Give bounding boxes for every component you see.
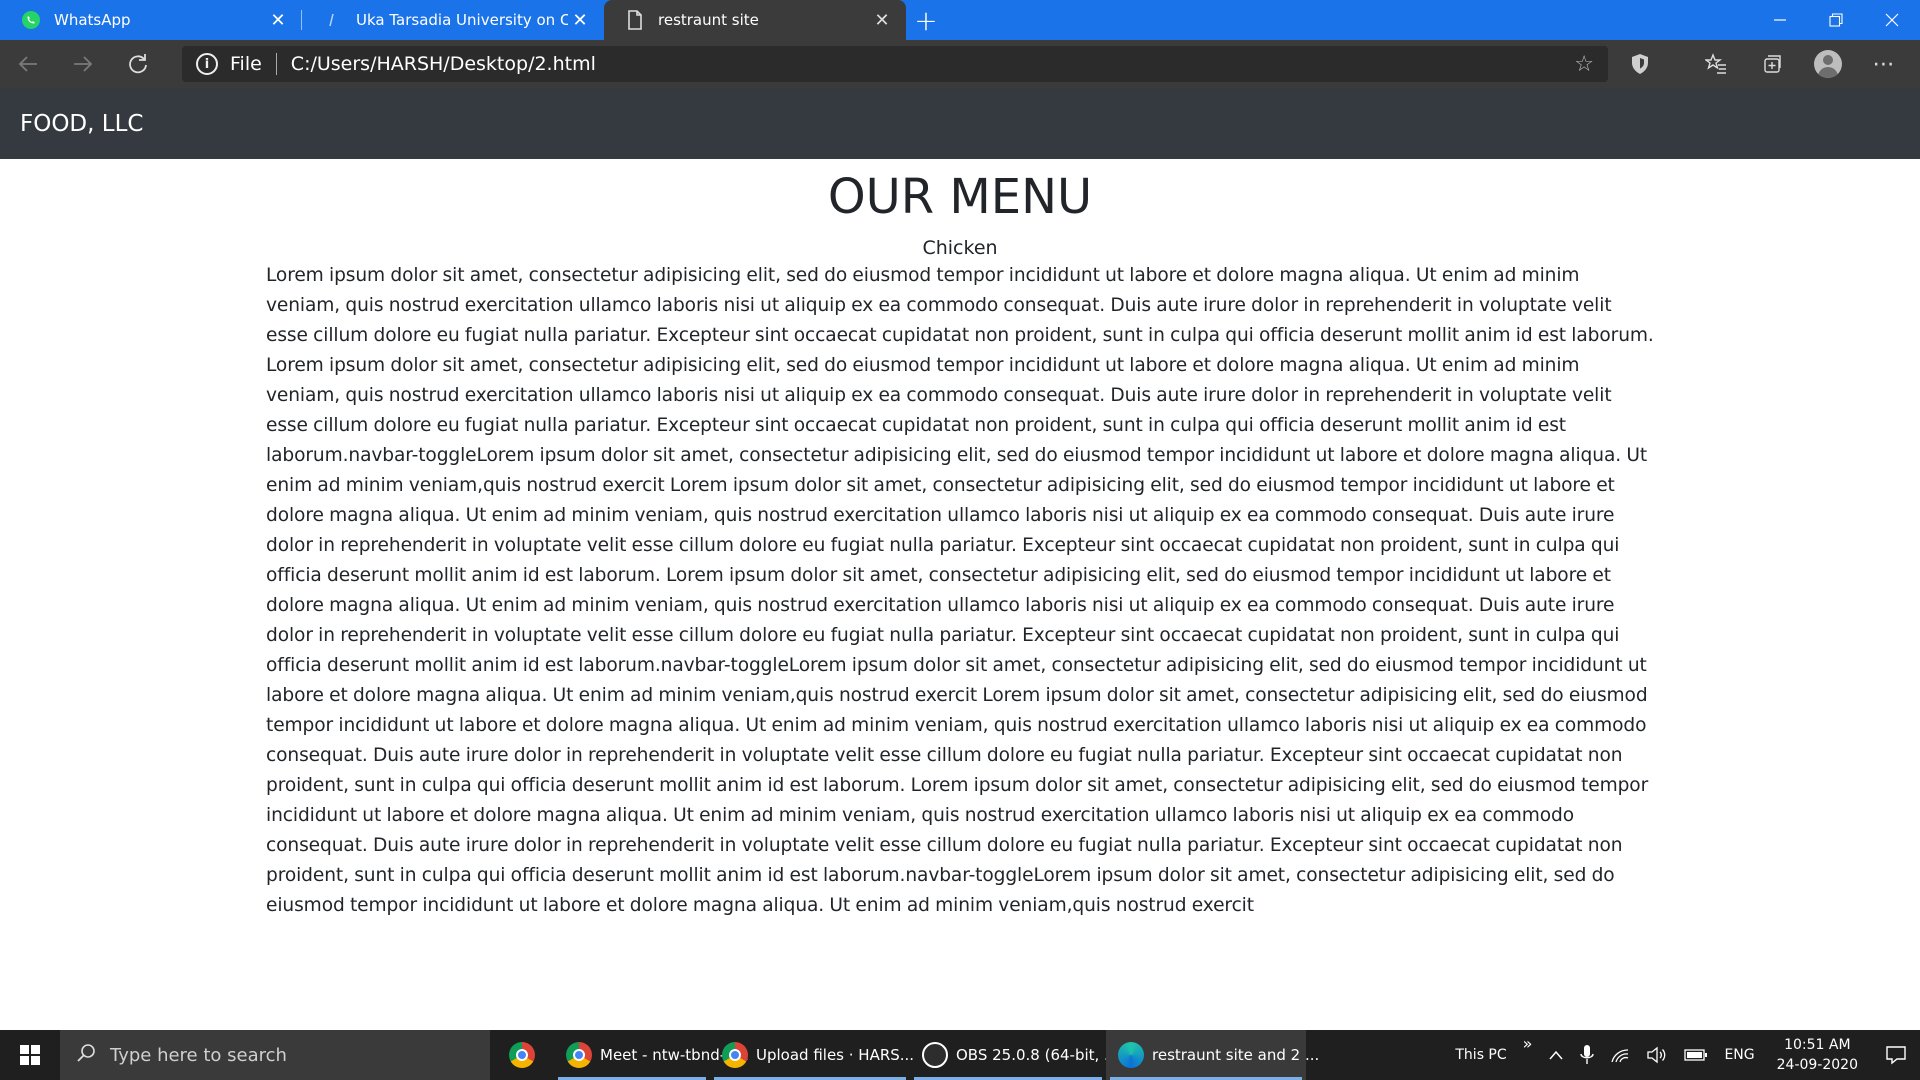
refresh-icon — [128, 54, 147, 74]
chevron-up-icon[interactable] — [1540, 1049, 1572, 1061]
minimize-button[interactable] — [1752, 0, 1808, 40]
refresh-button[interactable] — [110, 40, 165, 88]
chrome-icon — [566, 1042, 592, 1068]
collections-icon — [1764, 55, 1781, 73]
favorites-icon — [1705, 53, 1726, 74]
window-controls — [1752, 0, 1920, 40]
shield-icon — [1632, 54, 1648, 74]
clock[interactable]: 10:51 AM 24-09-2020 — [1763, 1035, 1872, 1075]
taskbar-apps: Meet - ntw-tbnd-b... Upload files · HARS… — [490, 1030, 1319, 1080]
taskbar-app-label: restraunt site and 2 ... — [1152, 1046, 1320, 1064]
shield-button[interactable] — [1612, 40, 1668, 88]
close-icon — [1885, 13, 1899, 27]
tab-title: restraunt site — [658, 11, 759, 29]
avatar — [1814, 50, 1842, 78]
system-tray: This PC » ENG 10:51 AM 24-09-2020 — [1447, 1030, 1920, 1080]
taskbar-search[interactable]: Type here to search — [60, 1030, 490, 1080]
wifi-icon[interactable] — [1602, 1046, 1638, 1064]
start-button[interactable] — [0, 1030, 60, 1080]
close-icon[interactable]: ✕ — [870, 8, 894, 32]
minimize-icon — [1774, 19, 1786, 21]
whatsapp-icon — [20, 9, 42, 31]
tab-coursera[interactable]: Uka Tarsadia University on Coursera ✕ — [302, 0, 604, 40]
back-button[interactable] — [0, 40, 55, 88]
windows-icon — [20, 1045, 40, 1065]
new-tab-button[interactable]: + — [906, 0, 946, 40]
notification-icon — [1886, 1046, 1906, 1065]
forward-button[interactable] — [55, 40, 110, 88]
brand-link[interactable]: FOOD, LLC — [20, 111, 143, 137]
search-icon — [76, 1043, 96, 1068]
taskbar: Type here to search Meet - ntw-tbnd-b...… — [0, 1030, 1920, 1080]
taskbar-app-upload[interactable]: Upload files · HARS... — [710, 1030, 914, 1080]
this-pc-toolbar[interactable]: This PC — [1447, 1047, 1514, 1063]
divider — [1668, 40, 1688, 88]
close-icon[interactable]: ✕ — [568, 8, 592, 32]
language-indicator[interactable]: ENG — [1716, 1047, 1762, 1063]
edge-icon — [1118, 1042, 1144, 1068]
tab-strip: WhatsApp ✕ Uka Tarsadia University on Co… — [0, 0, 1920, 40]
clock-date: 24-09-2020 — [1776, 1057, 1858, 1073]
taskbar-app-chrome[interactable] — [490, 1030, 554, 1080]
tab-title: Uka Tarsadia University on Coursera — [356, 11, 568, 29]
taskbar-app-obs[interactable]: OBS 25.0.8 (64-bit, ... — [910, 1030, 1118, 1080]
taskbar-app-edge[interactable]: restraunt site and 2 ... — [1106, 1030, 1319, 1080]
restore-button[interactable] — [1808, 0, 1864, 40]
page-icon — [624, 9, 646, 31]
clock-time: 10:51 AM — [1784, 1037, 1851, 1053]
taskbar-app-label: Upload files · HARS... — [756, 1046, 915, 1064]
more-icon: ⋯ — [1872, 51, 1896, 77]
close-window-button[interactable] — [1864, 0, 1920, 40]
restore-icon — [1829, 13, 1843, 27]
url-text[interactable]: C:/Users/HARSH/Desktop/2.html — [291, 53, 596, 75]
tab-whatsapp[interactable]: WhatsApp ✕ — [0, 0, 302, 40]
site-navbar: FOOD, LLC — [0, 88, 1920, 159]
favorites-button[interactable] — [1688, 40, 1744, 88]
menu-description: Lorem ipsum dolor sit amet, consectetur … — [266, 265, 1654, 916]
chrome-icon — [722, 1042, 748, 1068]
toolbar-actions: ⋯ — [1612, 40, 1912, 88]
menu-subtitle: Chicken — [922, 237, 998, 259]
toolbar-overflow-icon[interactable]: » — [1515, 1034, 1541, 1053]
star-icon[interactable]: ☆ — [1574, 52, 1594, 77]
volume-icon[interactable] — [1638, 1046, 1676, 1064]
taskbar-app-label: OBS 25.0.8 (64-bit, ... — [956, 1046, 1119, 1064]
more-button[interactable]: ⋯ — [1856, 40, 1912, 88]
page-title: OUR MENU — [827, 169, 1093, 225]
browser-toolbar: i File C:/Users/HARSH/Desktop/2.html ☆ ⋯ — [0, 40, 1920, 88]
divider — [275, 53, 277, 75]
coursera-icon — [322, 9, 344, 31]
tab-title: WhatsApp — [54, 11, 131, 29]
search-placeholder: Type here to search — [110, 1044, 287, 1066]
battery-icon[interactable] — [1676, 1048, 1716, 1062]
profile-button[interactable] — [1800, 40, 1856, 88]
chrome-icon — [509, 1042, 535, 1068]
scheme-label: File — [230, 53, 262, 75]
microphone-icon[interactable] — [1572, 1044, 1602, 1066]
arrow-left-icon — [18, 56, 37, 72]
obs-icon — [922, 1042, 948, 1068]
taskbar-app-meet[interactable]: Meet - ntw-tbnd-b... — [554, 1030, 749, 1080]
tab-restraunt-site[interactable]: restraunt site ✕ — [604, 0, 906, 40]
info-icon[interactable]: i — [196, 53, 218, 75]
notifications-button[interactable] — [1872, 1045, 1920, 1065]
menu-section: OUR MENU Chicken Lorem ipsum dolor sit a… — [266, 159, 1654, 921]
arrow-right-icon — [73, 56, 92, 72]
collections-button[interactable] — [1744, 40, 1800, 88]
address-bar[interactable]: i File C:/Users/HARSH/Desktop/2.html ☆ — [182, 46, 1608, 82]
close-icon[interactable]: ✕ — [266, 8, 290, 32]
